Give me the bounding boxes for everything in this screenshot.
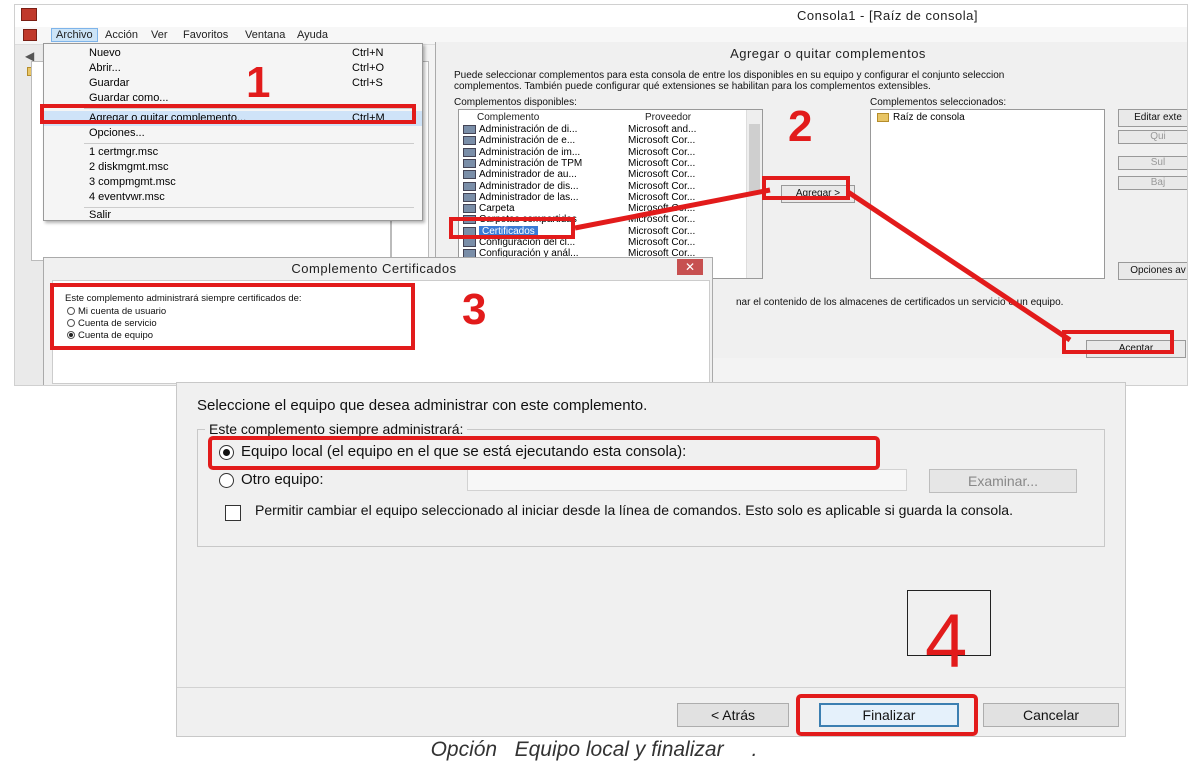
caption-text: Opción Equipo local y finalizar	[430, 738, 724, 761]
caption-dot: .	[751, 738, 758, 761]
annotation-lines	[574, 187, 1072, 343]
annotation-line-ok	[846, 189, 1072, 343]
figure-caption: Opción Equipo local y finalizar.	[0, 738, 1188, 762]
annotation-box-local	[208, 436, 880, 470]
annotation-step-4: 4	[925, 599, 968, 684]
annotation-box-finish	[796, 694, 978, 736]
annotation-line-2	[574, 187, 771, 231]
